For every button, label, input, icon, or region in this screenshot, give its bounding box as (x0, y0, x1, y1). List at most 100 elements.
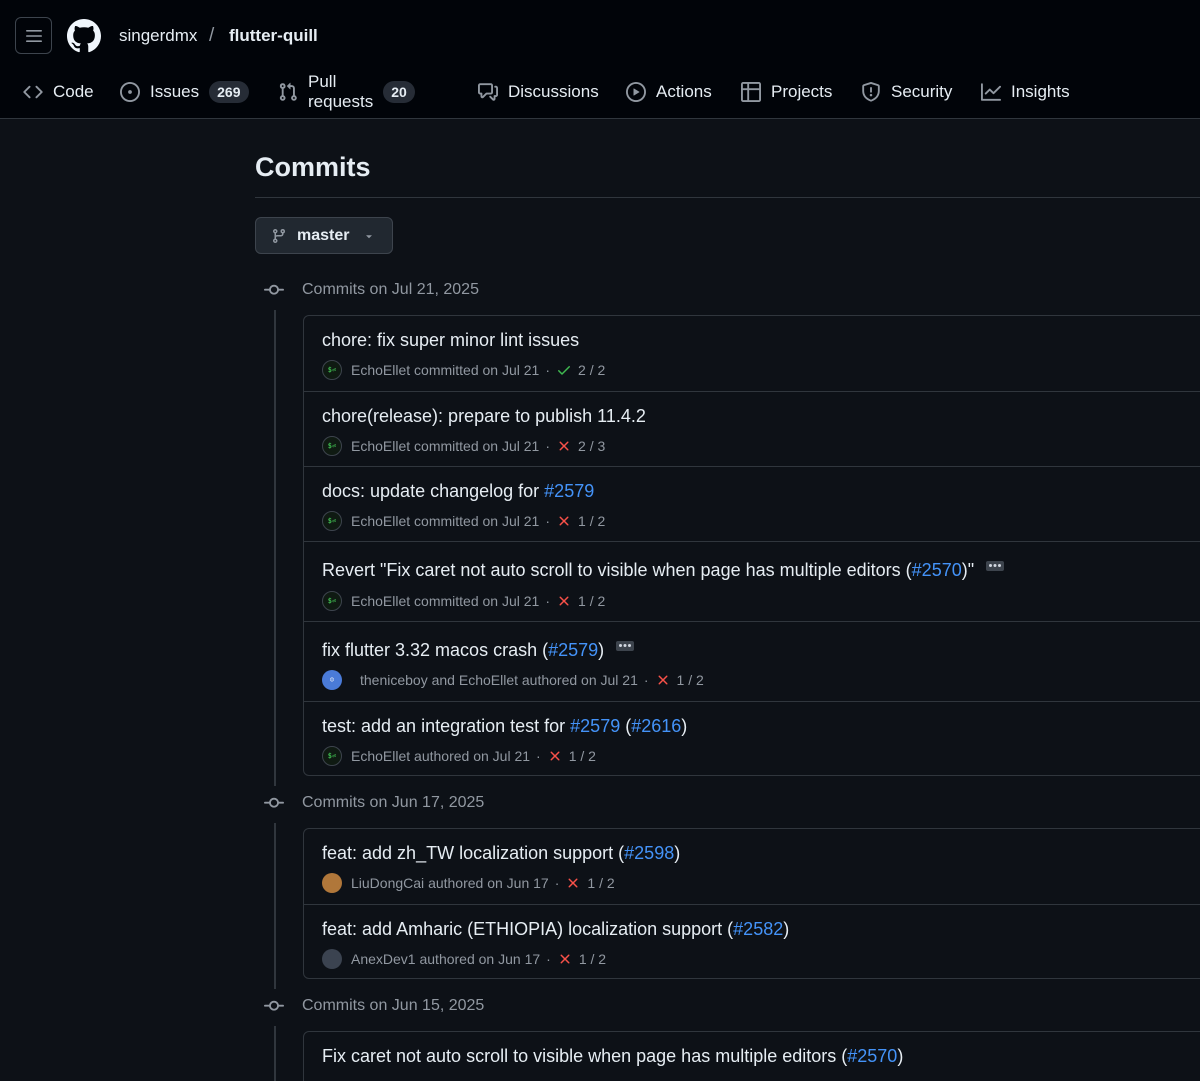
commit-title[interactable]: fix flutter 3.32 macos crash (#2579) (322, 640, 635, 661)
tab-discussions[interactable]: Discussions (478, 72, 599, 112)
commit-row: test: add an integration test for #2579 … (304, 701, 1200, 775)
avatar[interactable] (322, 949, 342, 969)
avatar[interactable] (322, 873, 342, 893)
pr-link[interactable]: #2579 (570, 716, 620, 736)
commit-meta: $⏎ EchoEllet committed on Jul 21 · 2 / 3 (322, 436, 605, 456)
avatar[interactable]: ☺ (322, 670, 342, 690)
checks-count: 1 / 2 (578, 593, 606, 609)
x-icon[interactable] (556, 513, 572, 529)
commit-group-date: Commits on Jun 15, 2025 (302, 997, 485, 1014)
commit-date: committed on Jul 21 (414, 362, 540, 378)
avatar[interactable]: $⏎ (322, 511, 342, 531)
x-icon[interactable] (547, 748, 563, 764)
pr-link[interactable]: #2582 (733, 919, 783, 939)
git-commit-icon (264, 797, 284, 808)
avatar[interactable]: $⏎ (322, 360, 342, 380)
commit-author[interactable]: EchoEllet (351, 513, 410, 529)
github-logo-icon[interactable] (67, 19, 101, 53)
commit-title[interactable]: docs: update changelog for #2579 (322, 481, 594, 502)
git-pull-request-icon (279, 82, 297, 101)
tab-actions[interactable]: Actions (626, 72, 712, 112)
commit-title[interactable]: chore: fix super minor lint issues (322, 330, 579, 351)
tab-projects[interactable]: Projects (741, 72, 832, 112)
commit-title[interactable]: Revert "Fix caret not auto scroll to vis… (322, 560, 1005, 581)
commit-group-header: Commits on Jul 21, 2025 (264, 278, 479, 302)
branch-select-button[interactable]: master (255, 217, 393, 254)
commit-meta: LiuDongCai authored on Jun 17 · 1 / 2 (322, 873, 615, 893)
commit-list: Fix caret not auto scroll to visible whe… (303, 1031, 1200, 1081)
avatar[interactable]: $⏎ (322, 436, 342, 456)
issues-count-badge: 269 (209, 81, 249, 103)
issue-opened-icon (120, 82, 140, 102)
pr-link[interactable]: #2579 (548, 640, 598, 660)
commit-date: committed on Jul 21 (414, 438, 540, 454)
repo-owner-link[interactable]: singerdmx (119, 26, 197, 46)
commit-meta: $⏎ EchoEllet committed on Jul 21 · 2 / 2 (322, 360, 605, 380)
timeline-line (274, 310, 276, 786)
tab-label: Pull requests (308, 72, 374, 111)
commit-row: feat: add zh_TW localization support (#2… (304, 829, 1200, 904)
avatar[interactable]: $⏎ (322, 591, 342, 611)
tab-label: Security (891, 82, 953, 101)
commit-meta: AnexDev1 authored on Jun 17 · 1 / 2 (322, 949, 606, 969)
x-icon[interactable] (565, 875, 581, 891)
tab-security[interactable]: Security (861, 72, 952, 112)
commit-row: chore: fix super minor lint issues $⏎ Ec… (304, 316, 1200, 391)
page-title: Commits (255, 152, 371, 182)
commit-date: authored on Jul 21 (414, 748, 531, 764)
tab-label: Insights (1011, 82, 1070, 101)
commit-author[interactable]: theniceboy and EchoEllet (360, 672, 518, 688)
commit-row: Revert "Fix caret not auto scroll to vis… (304, 541, 1200, 621)
expand-message-button[interactable] (616, 641, 635, 652)
tab-issues[interactable]: Issues 269 (120, 72, 249, 112)
table-icon (741, 82, 761, 102)
commit-author[interactable]: EchoEllet (351, 593, 410, 609)
pr-link[interactable]: #2570 (847, 1046, 897, 1066)
commit-row: Fix caret not auto scroll to visible whe… (304, 1032, 1200, 1081)
commit-title[interactable]: feat: add zh_TW localization support (#2… (322, 843, 680, 864)
checks-count: 1 / 2 (578, 951, 607, 967)
pr-link[interactable]: #2579 (544, 481, 594, 501)
commit-title[interactable]: chore(release): prepare to publish 11.4.… (322, 406, 646, 427)
commit-date: authored on Jul 21 (521, 672, 638, 688)
checks-count: 2 / 2 (578, 362, 606, 378)
x-icon[interactable] (556, 438, 572, 454)
x-icon[interactable] (556, 593, 572, 609)
timeline-line (274, 823, 276, 989)
repo-name-link[interactable]: flutter-quill (229, 26, 318, 46)
checks-count: 1 / 2 (587, 875, 615, 891)
avatar[interactable]: $⏎ (322, 746, 342, 766)
tab-label: Issues (150, 82, 200, 101)
checks-count: 1 / 2 (676, 672, 704, 688)
x-icon[interactable] (655, 672, 671, 688)
title-divider (255, 197, 1200, 198)
pr-link[interactable]: #2616 (631, 716, 681, 736)
pr-link[interactable]: #2570 (912, 560, 962, 580)
check-icon[interactable] (556, 362, 572, 378)
x-icon[interactable] (557, 951, 573, 967)
branch-name: master (297, 226, 350, 244)
commit-date: committed on Jul 21 (414, 513, 540, 529)
expand-message-button[interactable] (986, 561, 1005, 572)
commit-row: feat: add Amharic (ETHIOPIA) localizatio… (304, 904, 1200, 978)
commit-author[interactable]: EchoEllet (351, 438, 410, 454)
commit-author[interactable]: EchoEllet (351, 362, 410, 378)
commit-author[interactable]: LiuDongCai (351, 875, 424, 891)
commit-date: authored on Jun 17 (419, 951, 541, 967)
commit-title[interactable]: Fix caret not auto scroll to visible whe… (322, 1046, 903, 1067)
commit-title[interactable]: feat: add Amharic (ETHIOPIA) localizatio… (322, 919, 789, 940)
commit-meta: $⏎ EchoEllet authored on Jul 21 · 1 / 2 (322, 746, 596, 766)
tab-insights[interactable]: Insights (981, 72, 1070, 112)
checks-count: 1 / 2 (568, 748, 596, 764)
pr-link[interactable]: #2598 (624, 843, 674, 863)
hamburger-menu-button[interactable] (15, 17, 52, 54)
commit-author[interactable]: AnexDev1 (351, 951, 416, 967)
commit-meta: $⏎ EchoEllet committed on Jul 21 · 1 / 2 (322, 591, 605, 611)
tab-code[interactable]: Code (23, 72, 94, 112)
commit-row: docs: update changelog for #2579 $⏎ Echo… (304, 466, 1200, 541)
play-icon (626, 82, 646, 102)
commit-title[interactable]: test: add an integration test for #2579 … (322, 716, 687, 737)
commit-group-date: Commits on Jul 21, 2025 (302, 281, 479, 298)
commit-author[interactable]: EchoEllet (351, 748, 410, 764)
tab-pull-requests[interactable]: Pull requests 20 (278, 72, 415, 112)
